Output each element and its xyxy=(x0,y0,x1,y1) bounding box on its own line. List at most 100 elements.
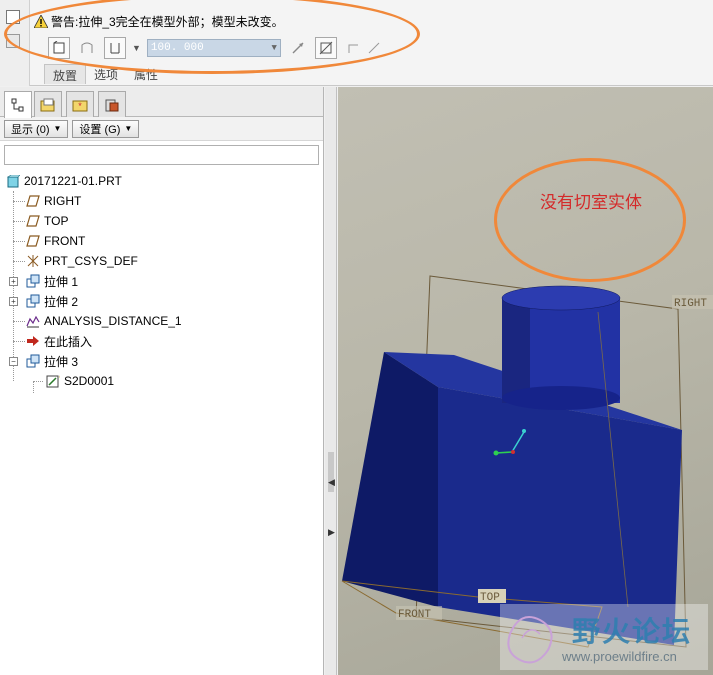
watermark-url: www.proewildfire.cn xyxy=(562,649,677,664)
datum-tag-front[interactable]: FRONT xyxy=(398,609,431,621)
depth-value: 100. 000 xyxy=(150,42,204,54)
tab-folder-browser[interactable] xyxy=(34,91,62,117)
show-button-label: 显示 (0) xyxy=(11,123,50,136)
tree-item-label: FRONT xyxy=(44,234,86,248)
csys-axis-x-tip xyxy=(493,450,499,456)
connections-icon xyxy=(105,99,119,111)
chevron-down-icon: ▼ xyxy=(124,124,133,133)
chevron-down-icon: ▼ xyxy=(53,124,62,133)
datum-plane-icon xyxy=(26,215,40,227)
cylinder-base xyxy=(502,386,620,410)
tree-connector xyxy=(13,221,25,222)
tree-item-sketch[interactable]: * S2D0001 xyxy=(46,372,114,390)
tree-item-label: 在此插入 xyxy=(44,334,93,349)
csys-origin xyxy=(511,450,515,454)
tree-item-analysis[interactable]: ANALYSIS_DISTANCE_1 xyxy=(26,312,182,330)
expand-icon[interactable]: + xyxy=(9,297,18,306)
warning-message: 警告:拉伸_3完全在模型外部；模型未改变。 xyxy=(34,12,284,30)
extrude-icon xyxy=(26,274,40,288)
surface-icon xyxy=(81,42,93,53)
layer-icon[interactable] xyxy=(6,34,20,48)
navigator-tabs: * xyxy=(0,87,323,118)
tree-item-insert-here[interactable]: 在此插入 xyxy=(26,332,92,350)
panel-sash[interactable]: ◀ ▶ xyxy=(325,87,337,675)
tree-connector xyxy=(33,381,43,382)
tree-connector xyxy=(13,261,25,262)
part-icon xyxy=(6,174,20,187)
sketch-icon: * xyxy=(46,375,60,388)
chevron-down-icon[interactable]: ▼ xyxy=(272,43,277,53)
tab-connections[interactable] xyxy=(98,91,126,117)
tree-item-extrude-2[interactable]: 拉伸 2 xyxy=(26,292,78,310)
analysis-icon xyxy=(26,315,40,328)
tab-properties[interactable]: 属性 xyxy=(126,64,166,84)
tree-item-top[interactable]: TOP xyxy=(26,212,68,230)
graphics-window[interactable]: RIGHT TOP FRONT xyxy=(338,87,713,675)
cylinder-top xyxy=(501,285,621,311)
collapse-left-icon[interactable]: ◀ xyxy=(328,477,335,488)
dashboard-toolbar: ▼ 100. 000 ▼ xyxy=(48,36,385,60)
tree-item-csys[interactable]: PRT_CSYS_DEF xyxy=(26,252,138,270)
favorites-icon: * xyxy=(72,100,88,111)
warning-icon xyxy=(34,14,48,28)
feature-dashboard: 警告:拉伸_3完全在模型外部；模型未改变。 ▼ 100. 000 ▼ 放置 选项… xyxy=(0,0,713,86)
datum-tag-right[interactable]: RIGHT xyxy=(674,298,707,310)
csys-icon xyxy=(27,255,39,267)
depth-option-button[interactable] xyxy=(104,37,126,59)
dashboard-tabs: 放置 选项 属性 xyxy=(44,64,166,84)
flip-direction-icon xyxy=(292,42,304,54)
extrude-icon xyxy=(26,294,40,308)
surface-extrude-button[interactable] xyxy=(76,37,98,59)
datum-plane-icon xyxy=(26,195,40,207)
svg-text:*: * xyxy=(78,101,82,111)
tree-connector xyxy=(13,321,25,322)
thicken-flip-button[interactable] xyxy=(363,37,385,59)
tree-item-label: PRT_CSYS_DEF xyxy=(44,254,138,268)
tree-connector xyxy=(13,241,25,242)
cylinder-shade xyxy=(502,297,530,403)
blind-depth-icon xyxy=(110,43,120,54)
tree-root-label: 20171221-01.PRT xyxy=(24,174,122,188)
tree-toolbar: 显示 (0) ▼ 设置 (G) ▼ xyxy=(0,117,323,141)
settings-button-label: 设置 (G) xyxy=(79,123,121,136)
tab-favorites[interactable]: * xyxy=(66,91,94,117)
tree-item-label: ANALYSIS_DISTANCE_1 xyxy=(44,314,182,328)
expand-right-icon[interactable]: ▶ xyxy=(328,527,335,538)
expand-icon[interactable]: + xyxy=(9,277,18,286)
tree-item-label: 拉伸 3 xyxy=(44,354,79,369)
block-side-face xyxy=(342,352,438,607)
tree-item-extrude-3[interactable]: * 拉伸 3 xyxy=(26,352,78,370)
datum-plane-icon xyxy=(26,235,40,247)
tree-connector xyxy=(13,341,25,342)
annotation-note: 没有切室实体 xyxy=(540,193,642,213)
datum-tag-top[interactable]: TOP xyxy=(480,592,500,604)
solid-extrude-button[interactable] xyxy=(48,37,70,59)
tree-item-label: 拉伸 2 xyxy=(44,294,79,309)
tab-model-tree[interactable] xyxy=(4,91,32,118)
settings-button[interactable]: 设置 (G) ▼ xyxy=(72,119,140,138)
show-button[interactable]: 显示 (0) ▼ xyxy=(4,119,69,138)
tree-item-right[interactable]: RIGHT xyxy=(26,192,81,210)
tree-connector xyxy=(13,191,14,381)
thicken-icon xyxy=(348,44,358,53)
tree-root[interactable]: 20171221-01.PRT xyxy=(6,172,122,190)
tab-placement[interactable]: 放置 xyxy=(44,64,87,84)
tab-options[interactable]: 选项 xyxy=(86,64,126,84)
depth-value-input[interactable]: 100. 000 ▼ xyxy=(146,39,281,57)
tree-filter-input[interactable] xyxy=(4,145,319,165)
part-icon[interactable] xyxy=(6,10,20,24)
model-viewport[interactable]: RIGHT TOP FRONT xyxy=(338,87,713,675)
extrude-icon: * xyxy=(26,354,40,368)
tree-item-label: S2D0001 xyxy=(64,374,115,388)
tree-item-extrude-1[interactable]: 拉伸 1 xyxy=(26,272,78,290)
remove-material-button[interactable] xyxy=(314,37,337,59)
tree-item-front[interactable]: FRONT xyxy=(26,232,85,250)
depth-option-dropdown-icon[interactable]: ▼ xyxy=(132,43,141,53)
tree-connector xyxy=(33,381,34,393)
tree-connector xyxy=(13,201,25,202)
flip-direction-button[interactable] xyxy=(287,37,309,59)
watermark-title: 野火论坛 xyxy=(572,615,693,648)
folder-browser-icon xyxy=(40,98,55,111)
collapse-icon[interactable]: − xyxy=(9,357,18,366)
thicken-sketch-button[interactable] xyxy=(343,37,365,59)
